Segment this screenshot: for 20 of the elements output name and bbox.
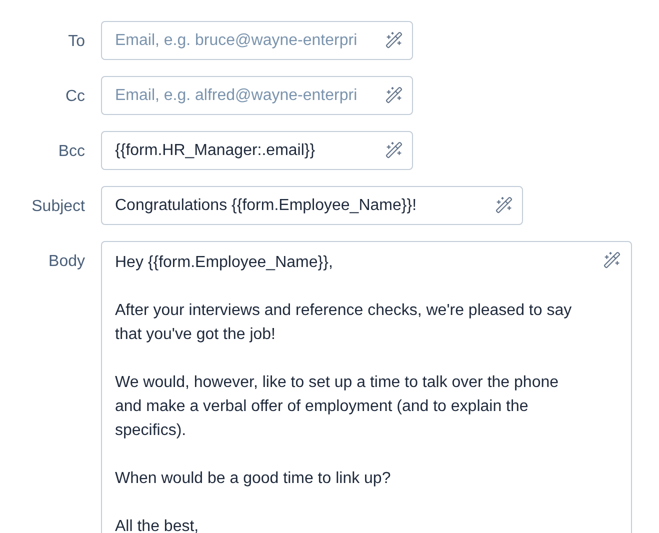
magic-wand-icon[interactable] [385, 86, 403, 104]
field-label: Bcc [58, 143, 85, 160]
magic-wand-icon[interactable] [495, 196, 513, 214]
field-label: To [68, 33, 85, 50]
body-field[interactable] [101, 241, 632, 533]
email-field[interactable]: {{form.HR_Manager:.email}} [101, 131, 413, 170]
magic-wand-icon[interactable] [385, 141, 403, 159]
field-label: Body [48, 253, 85, 270]
field-label: Subject [32, 198, 85, 215]
magic-wand-icon[interactable] [385, 31, 403, 49]
body-paragraph: We would, however, like to set up a time to talk over the phone and make a verbal offer of employment (and to explain the specifics). [115, 373, 560, 441]
body-paragraph: All the best, [115, 517, 200, 533]
body-paragraph: When would be a good time to link up? [115, 469, 392, 489]
email-field[interactable]: Email, e.g. alfred@wayne-enterpri [101, 76, 413, 115]
body-paragraph: After your interviews and reference checks, we're pleased to say that you've got the job! [115, 301, 573, 345]
body-paragraph: Hey {{form.Employee_Name}}, [115, 253, 334, 273]
email-field[interactable]: Email, e.g. bruce@wayne-enterpri [101, 21, 413, 60]
magic-wand-icon[interactable] [603, 251, 621, 269]
field-label: Cc [65, 88, 85, 105]
email-field[interactable]: Congratulations {{form.Employee_Name}}! [101, 186, 523, 225]
